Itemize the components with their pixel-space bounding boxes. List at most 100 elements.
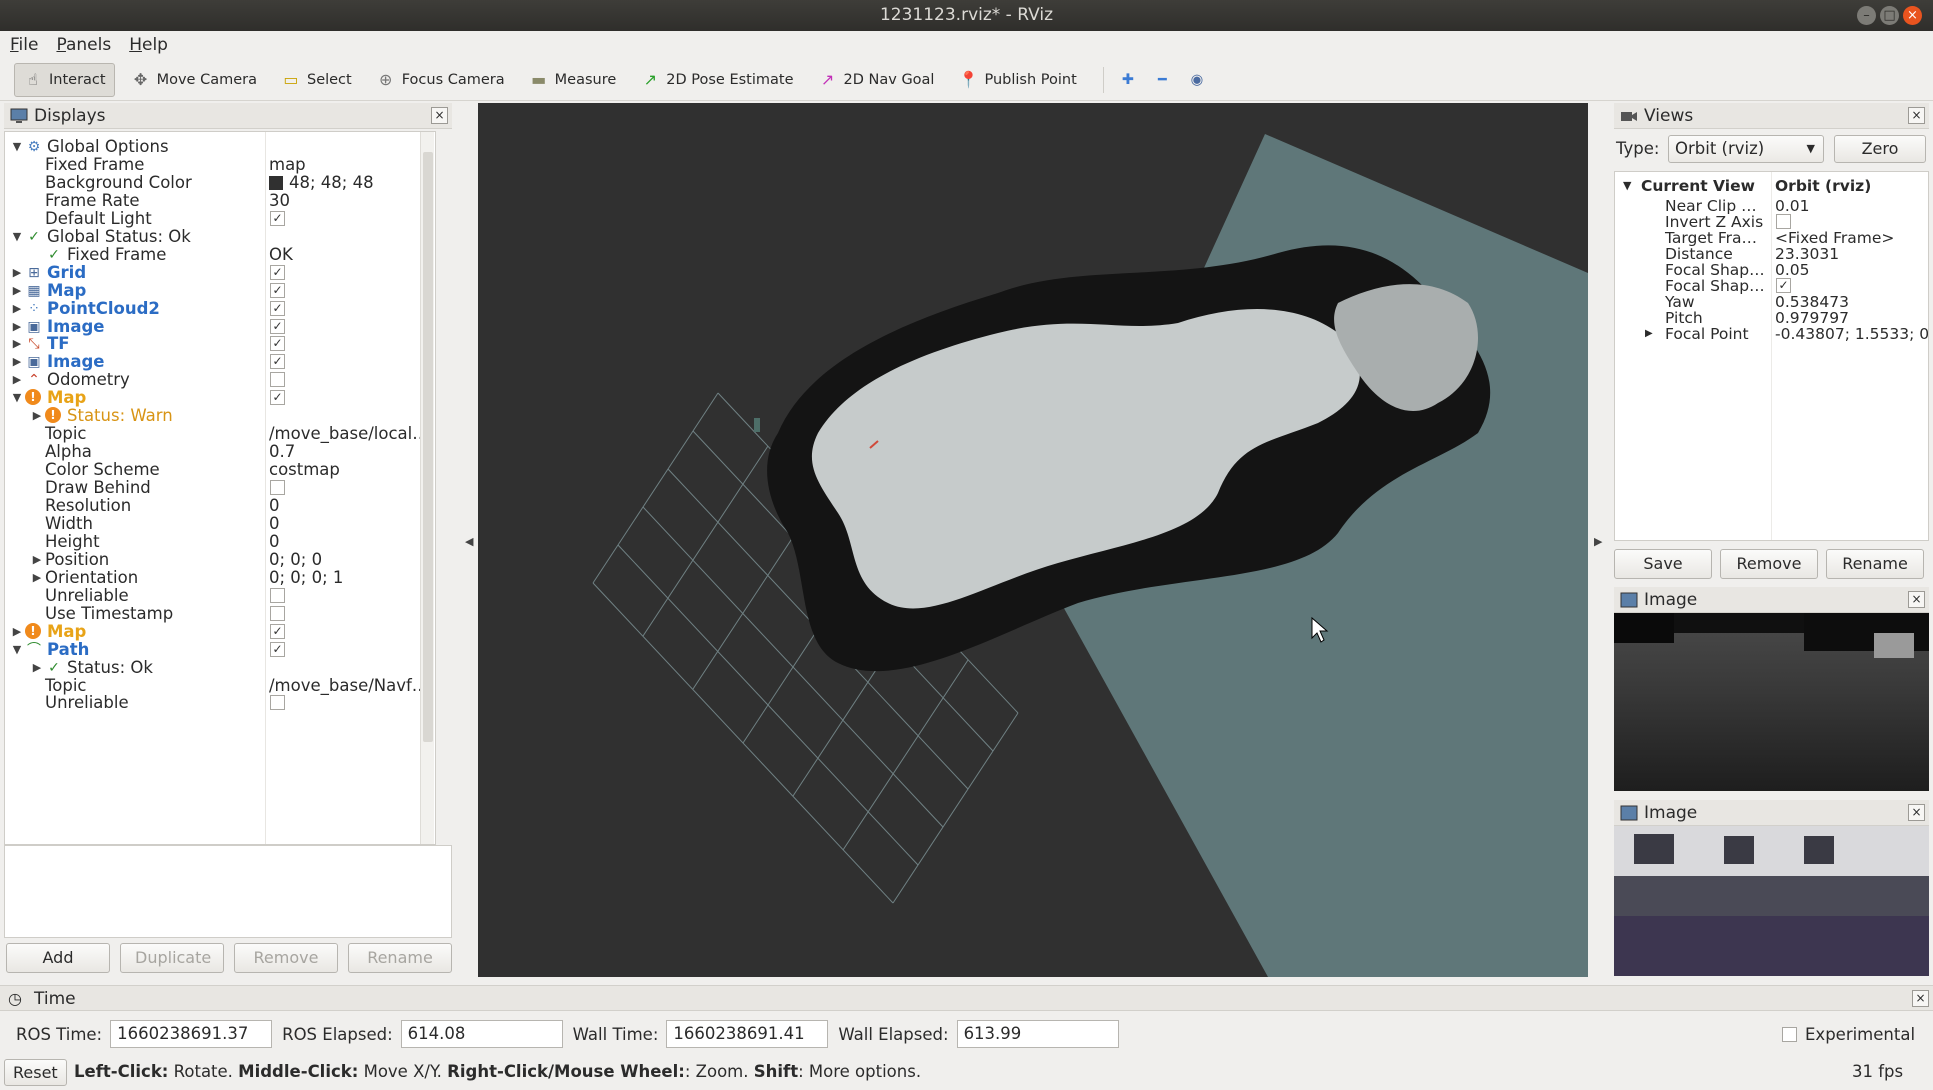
image-panel-title: Image <box>1644 589 1698 610</box>
close-displays-icon[interactable]: × <box>431 107 448 124</box>
monitor-icon <box>10 108 28 123</box>
zero-button[interactable]: Zero <box>1834 135 1926 163</box>
display-checkbox[interactable]: ✓ <box>270 300 285 316</box>
warning-icon: ! <box>25 622 41 639</box>
chevron-down-icon: ▼ <box>1806 142 1815 155</box>
display-checkbox[interactable] <box>270 695 285 711</box>
experimental-label: Experimental <box>1805 1025 1916 1044</box>
expand-arrow-icon[interactable]: ▼ <box>1623 176 1631 196</box>
wall-time-field[interactable]: 1660238691.41 <box>666 1020 829 1048</box>
menu-accel: F <box>10 35 19 55</box>
view-property-value[interactable]: -0.43807; 1.5533; 0. <box>1775 324 1928 344</box>
close-image-icon[interactable]: × <box>1908 591 1925 608</box>
time-panel-header: ◷ Time × <box>0 985 1933 1011</box>
measure-icon: ▬ <box>531 70 547 89</box>
display-row[interactable]: Unreliable <box>5 692 435 714</box>
display-checkbox[interactable]: ✓ <box>270 623 285 639</box>
minimize-icon[interactable]: – <box>1857 6 1876 25</box>
display-checkbox[interactable]: ✓ <box>270 210 285 226</box>
pose-estimate-icon: ↗ <box>643 70 657 89</box>
display-checkbox[interactable]: ✓ <box>270 264 285 280</box>
menu-item[interactable]: Help <box>129 35 168 55</box>
display-checkbox[interactable]: ✓ <box>270 336 285 352</box>
menu-label: elp <box>141 35 168 55</box>
display-checkbox[interactable] <box>270 372 285 388</box>
rename-view-button[interactable]: Rename <box>1826 549 1924 579</box>
move-camera-icon: ✥ <box>133 70 148 89</box>
ros-time-field[interactable]: 1660238691.37 <box>110 1020 273 1048</box>
views-tree[interactable]: ▼ Current View Orbit (rviz) Near Clip … 0… <box>1614 171 1929 541</box>
views-panel: Views × Type: Orbit (rviz) ▼ Zero ▼ Curr… <box>1614 103 1929 583</box>
remove-view-button[interactable]: Remove <box>1720 549 1818 579</box>
tool-nav-goal[interactable]: ↗ 2D Nav Goal <box>810 63 943 97</box>
interact-icon: ☝ <box>28 70 38 89</box>
view-property-row[interactable]: ▶ Focal Point -0.43807; 1.5533; 0. <box>1615 324 1928 344</box>
ros-elapsed-field[interactable]: 614.08 <box>400 1020 563 1048</box>
close-image-icon[interactable]: × <box>1908 804 1925 821</box>
image-panel-header: Image × <box>1614 587 1929 613</box>
rename-display-button[interactable]: Rename <box>348 943 452 973</box>
close-icon[interactable]: × <box>1903 6 1922 25</box>
tool-publish-point[interactable]: 📍 Publish Point <box>950 63 1084 97</box>
view-property-checkbox[interactable] <box>1776 214 1791 229</box>
add-tool-icon[interactable]: ✚ <box>1114 63 1142 97</box>
reset-button[interactable]: Reset <box>4 1059 67 1086</box>
menu-label: anels <box>65 35 112 55</box>
clock-icon: ◷ <box>8 989 22 1008</box>
remove-display-button[interactable]: Remove <box>234 943 338 973</box>
remove-tool-icon[interactable]: ━ <box>1150 63 1175 97</box>
tool-label: Measure <box>554 71 617 88</box>
tool-focus-camera[interactable]: ⊕ Focus Camera <box>368 63 513 97</box>
displays-buttons: Add Duplicate Remove Rename <box>4 943 452 977</box>
tool-pose-estimate[interactable]: ↗ 2D Pose Estimate <box>632 63 801 97</box>
render-viewport[interactable] <box>478 103 1588 977</box>
scrollbar-thumb[interactable] <box>423 152 433 742</box>
display-checkbox[interactable]: ✓ <box>270 390 285 406</box>
close-time-icon[interactable]: × <box>1912 990 1929 1007</box>
display-checkbox[interactable]: ✓ <box>270 354 285 370</box>
type-label: Type: <box>1616 139 1660 158</box>
menu-item[interactable]: Panels <box>56 35 111 55</box>
map-scene[interactable] <box>478 103 1588 977</box>
experimental-checkbox[interactable] <box>1782 1027 1797 1042</box>
wall-elapsed-field[interactable]: 613.99 <box>956 1020 1119 1048</box>
camera-image-content <box>1614 826 1929 976</box>
current-view-row[interactable]: ▼ Current View Orbit (rviz) <box>1615 176 1928 196</box>
experimental-toggle[interactable]: Experimental <box>1782 1025 1915 1044</box>
close-views-icon[interactable]: × <box>1908 107 1925 124</box>
collapse-left-icon[interactable]: ◀ <box>465 535 473 548</box>
current-view-label: Current View <box>1641 177 1755 195</box>
displays-tree[interactable]: ▼ ⚙ Global Options Fixed Frame map Background… <box>4 131 436 845</box>
display-checkbox[interactable] <box>270 605 285 621</box>
display-checkbox[interactable] <box>270 480 285 496</box>
save-view-button[interactable]: Save <box>1614 549 1712 579</box>
view-type-select[interactable]: Orbit (rviz) ▼ <box>1668 135 1824 163</box>
displays-title: Displays <box>34 105 106 126</box>
display-checkbox[interactable]: ✓ <box>270 282 285 298</box>
views-buttons: Save Remove Rename <box>1614 549 1929 581</box>
duplicate-button[interactable]: Duplicate <box>120 943 224 973</box>
tool-measure[interactable]: ▬ Measure <box>521 63 625 97</box>
displays-scrollbar[interactable] <box>420 132 434 844</box>
tool-interact[interactable]: ☝ Interact <box>14 62 115 97</box>
image-panel-depth: Image × <box>1614 587 1929 793</box>
add-button[interactable]: Add <box>6 943 110 973</box>
image-panel-title: Image <box>1644 802 1698 823</box>
display-checkbox[interactable] <box>270 587 285 603</box>
menu-item[interactable]: File <box>10 35 38 55</box>
tool-label: Move Camera <box>156 71 257 88</box>
hint-text: Rotate. <box>168 1062 239 1081</box>
view-property-checkbox[interactable]: ✓ <box>1776 278 1791 293</box>
tool-move-camera[interactable]: ✥ Move Camera <box>123 63 265 97</box>
image-panel-camera: Image × <box>1614 800 1929 978</box>
display-checkbox[interactable]: ✓ <box>270 318 285 334</box>
collapse-right-icon[interactable]: ▶ <box>1594 535 1602 548</box>
expand-arrow-icon[interactable]: ▶ <box>1645 324 1653 344</box>
hint-key: Middle-Click: <box>238 1062 359 1081</box>
tool-select[interactable]: ▭ Select <box>273 63 360 97</box>
tool-options-icon[interactable]: ◉ <box>1183 63 1212 97</box>
hint-key: Right-Click/Mouse Wheel: <box>447 1062 685 1081</box>
color-swatch[interactable] <box>269 175 283 190</box>
display-checkbox[interactable]: ✓ <box>270 641 285 657</box>
maximize-icon[interactable]: □ <box>1880 6 1899 25</box>
